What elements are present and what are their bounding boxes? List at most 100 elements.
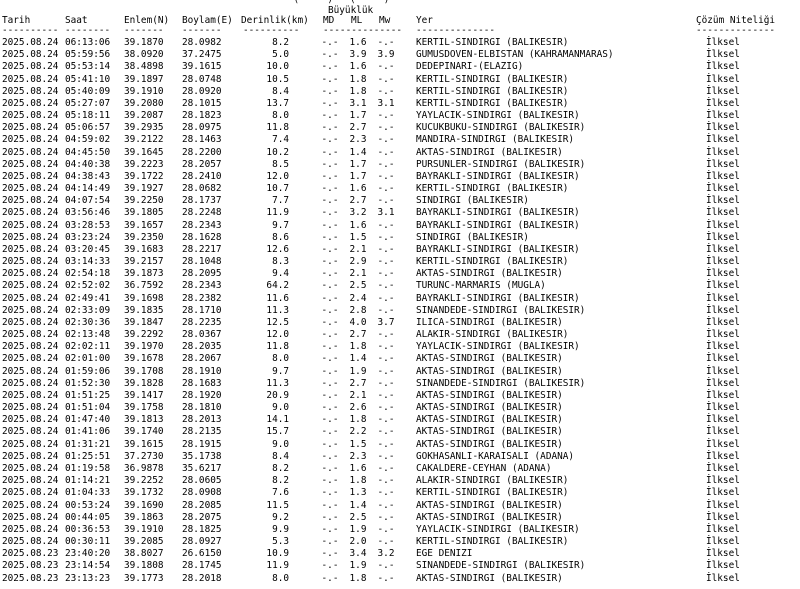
md-cell: -.- <box>321 548 339 560</box>
quality-cell: İlksel <box>706 414 740 426</box>
quality-cell: İlksel <box>706 572 740 584</box>
quality-cell: İlksel <box>706 268 740 280</box>
depth-cell: 11.8 <box>266 341 289 353</box>
date-cell: 2025.08.23 <box>2 572 59 584</box>
lat-cell: 39.1828 <box>124 377 164 389</box>
ml-cell: 1.5 <box>349 231 367 243</box>
quality-cell: İlksel <box>706 170 740 182</box>
lat-cell: 38.8027 <box>124 548 164 560</box>
lon-cell: 28.1810 <box>182 402 222 414</box>
time-cell: 02:52:02 <box>65 280 111 292</box>
lat-cell: 39.2292 <box>124 329 164 341</box>
date-cell: 2025.08.24 <box>2 414 59 426</box>
ml-cell: 1.9 <box>349 365 367 377</box>
ml-cell: 1.7 <box>349 110 367 121</box>
lat-cell: 39.2252 <box>124 475 164 487</box>
date-cell: 2025.08.24 <box>2 85 59 97</box>
place-cell: GOKHASANLI-KARAISALI (ADANA) <box>416 450 575 462</box>
ml-cell: 2.4 <box>349 292 367 304</box>
ml-cell: 3.4 <box>349 548 367 560</box>
md-cell: -.- <box>321 280 339 292</box>
mw-cell: -.- <box>377 292 395 304</box>
date-cell: 2025.08.24 <box>2 426 59 438</box>
time-cell: 00:44:05 <box>65 511 111 523</box>
time-cell: 05:06:57 <box>65 122 111 134</box>
lon-cell: 28.0982 <box>182 37 222 48</box>
quality-cell: İlksel <box>706 97 740 109</box>
place-cell: KERTIL-SINDIRGI (BALIKESIR) <box>416 85 569 97</box>
date-cell: 2025.08.24 <box>2 37 59 48</box>
date-cell: 2025.08.23 <box>2 548 59 560</box>
md-cell: -.- <box>321 195 339 207</box>
date-cell: 2025.08.24 <box>2 377 59 389</box>
time-cell: 05:27:07 <box>65 97 111 109</box>
time-cell: 01:25:51 <box>65 450 111 462</box>
md-cell: -.- <box>321 536 339 547</box>
date-cell: 2025.08.24 <box>2 122 59 134</box>
quality-cell: İlksel <box>706 438 740 450</box>
place-cell: AKTAS-SINDIRGI (BALIKESIR) <box>416 414 563 426</box>
lon-cell: 28.2235 <box>182 316 222 328</box>
place-cell: BAYRAKLI-SINDIRGI (BALIKESIR) <box>416 170 580 182</box>
date-cell: 2025.08.24 <box>2 292 59 304</box>
lon-cell: 28.0748 <box>182 73 222 85</box>
time-cell: 01:51:04 <box>65 402 111 414</box>
lat-cell: 39.1678 <box>124 353 164 365</box>
lat-cell: 36.7592 <box>124 280 164 292</box>
depth-cell: 8.4 <box>272 450 289 462</box>
depth-cell: 12.6 <box>266 243 289 255</box>
ml-cell: 3.1 <box>349 97 367 109</box>
md-cell: -.- <box>321 256 339 268</box>
place-cell: ALAKIR-SINDIRGI (BALIKESIR) <box>416 475 569 487</box>
depth-cell: 10.9 <box>266 548 289 560</box>
lon-cell: 28.2343 <box>182 280 222 292</box>
place-cell: AKTAS-SINDIRGI (BALIKESIR) <box>416 402 563 414</box>
time-cell: 01:04:33 <box>65 487 111 499</box>
md-cell: -.- <box>321 122 339 134</box>
lon-cell: 28.2057 <box>182 158 222 170</box>
time-cell: 02:13:48 <box>65 329 111 341</box>
md-cell: -.- <box>321 146 339 158</box>
ml-cell: 2.1 <box>349 268 367 280</box>
date-cell: 2025.08.24 <box>2 158 59 170</box>
ml-cell: 3.2 <box>349 207 367 219</box>
time-cell: 03:20:45 <box>65 243 111 255</box>
quality-cell: İlksel <box>706 365 740 377</box>
date-cell: 2025.08.24 <box>2 146 59 158</box>
depth-cell: 12.0 <box>266 170 289 182</box>
quality-cell: İlksel <box>706 487 740 499</box>
lon-cell: 28.0975 <box>182 122 222 134</box>
depth-cell: 12.0 <box>266 329 289 341</box>
quality-cell: İlksel <box>706 73 740 85</box>
md-cell: -.- <box>321 341 339 353</box>
lat-cell: 39.2223 <box>124 158 164 170</box>
date-cell: 2025.08.24 <box>2 134 59 146</box>
time-cell: 04:38:43 <box>65 170 111 182</box>
mw-cell: 3.7 <box>377 316 395 328</box>
depth-cell: 8.0 <box>272 572 289 584</box>
time-cell: 01:59:06 <box>65 365 111 377</box>
ml-cell: 1.6 <box>349 61 367 73</box>
ml-cell: 1.8 <box>349 85 367 97</box>
mw-cell: 3.1 <box>377 97 395 109</box>
ml-cell: 2.1 <box>349 243 367 255</box>
mw-cell: -.- <box>377 536 395 547</box>
date-cell: 2025.08.24 <box>2 475 59 487</box>
mw-cell: 3.9 <box>377 49 395 61</box>
lat-cell: 39.1683 <box>124 243 164 255</box>
lon-cell: 28.0920 <box>182 85 222 97</box>
place-cell: YAYLACIK-SINDIRGI (BALIKESIR) <box>416 341 580 353</box>
lon-cell: 39.1615 <box>182 61 222 73</box>
lat-cell: 39.2250 <box>124 195 164 207</box>
ml-cell: 2.7 <box>349 377 367 389</box>
lat-cell: 39.1970 <box>124 341 164 353</box>
ml-cell: 1.5 <box>349 438 367 450</box>
date-cell: 2025.08.24 <box>2 511 59 523</box>
date-cell: 2025.08.24 <box>2 183 59 194</box>
ml-cell: 2.7 <box>349 195 367 207</box>
depth-cell: 11.6 <box>266 292 289 304</box>
md-cell: -.- <box>321 304 339 316</box>
lat-cell: 39.1873 <box>124 268 164 280</box>
place-cell: KERTIL-SINDIRGI (BALIKESIR) <box>416 73 569 85</box>
quality-cell: İlksel <box>706 280 740 292</box>
